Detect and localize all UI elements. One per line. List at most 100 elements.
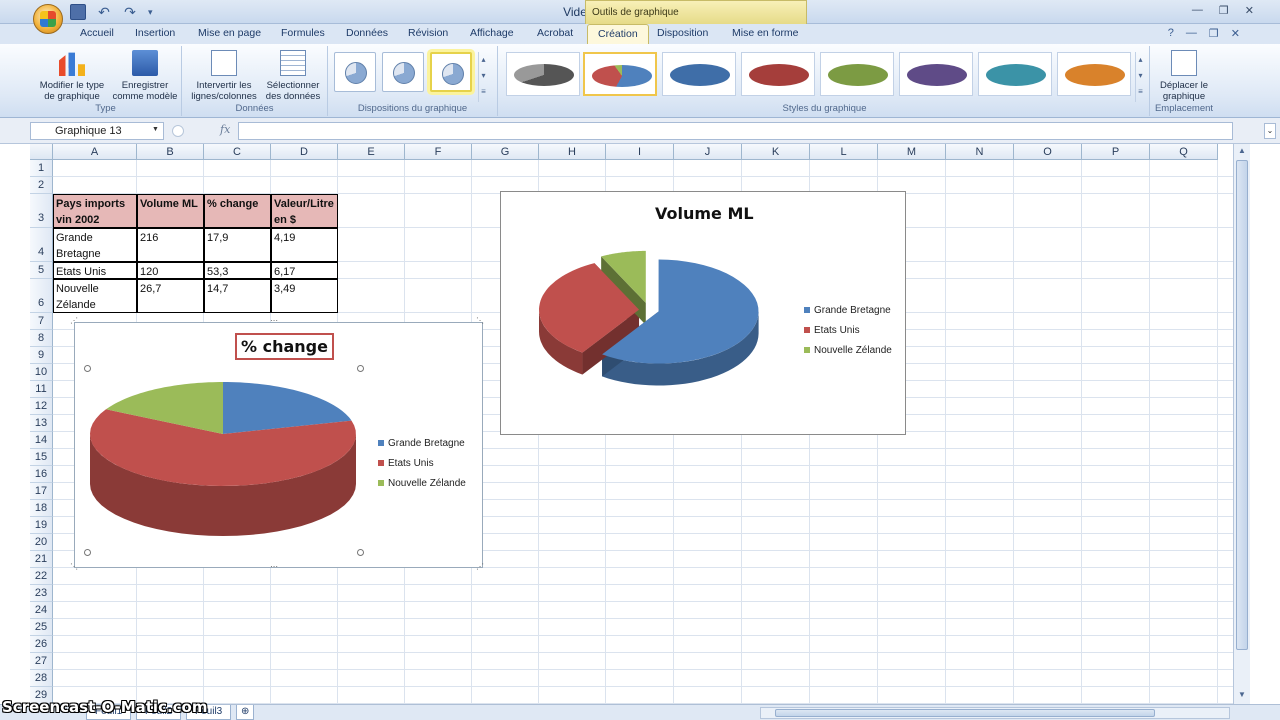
tab-affichage[interactable]: Affichage	[470, 27, 514, 39]
tab-mise-en-page[interactable]: Mise en page	[198, 27, 261, 39]
plot-resize-handle[interactable]	[357, 365, 364, 372]
table-cell[interactable]: 6,17	[271, 262, 338, 279]
legend-entry[interactable]: Etats Unis	[804, 325, 860, 336]
table-cell[interactable]: 3,49	[271, 279, 338, 313]
help-icon[interactable]: ?	[1168, 27, 1174, 40]
insert-sheet-icon[interactable]: ⊕	[236, 705, 255, 720]
chart-resize-handle[interactable]: ⋯	[270, 316, 279, 325]
vertical-scrollbar[interactable]: ▲ ▼	[1233, 144, 1250, 704]
chart-layout-2[interactable]	[382, 52, 424, 92]
restore-workbook-icon[interactable]: ❐	[1209, 27, 1219, 40]
tab-formules[interactable]: Formules	[281, 27, 325, 39]
minimize-icon[interactable]: —	[1192, 4, 1203, 17]
chart-style-orange[interactable]	[1057, 52, 1131, 96]
chart-resize-handle[interactable]: ⋱	[70, 562, 79, 571]
table-cell[interactable]: 4,19	[271, 228, 338, 262]
tab-mise-en-forme[interactable]: Mise en forme	[732, 27, 799, 39]
row-header[interactable]: 13	[30, 415, 53, 432]
chart-style-green[interactable]	[820, 52, 894, 96]
legend-entry[interactable]: Grande Bretagne	[804, 305, 891, 316]
chart-style-multicolor[interactable]	[583, 52, 657, 96]
minimize-workbook-icon[interactable]: —	[1186, 27, 1197, 40]
row-header[interactable]: 21	[30, 551, 53, 568]
select-data-button[interactable]: Sélectionner des données	[260, 50, 326, 102]
scroll-up-icon[interactable]: ▲	[1237, 146, 1247, 158]
legend-entry[interactable]: Nouvelle Zélande	[804, 345, 892, 356]
column-header[interactable]: H	[539, 144, 606, 160]
table-cell[interactable]: 17,9	[204, 228, 271, 262]
tab-acrobat[interactable]: Acrobat	[537, 27, 573, 39]
column-header[interactable]: A	[53, 144, 137, 160]
column-header[interactable]: P	[1082, 144, 1150, 160]
close-workbook-icon[interactable]: ✕	[1231, 27, 1240, 40]
row-header[interactable]: 17	[30, 483, 53, 500]
row-header[interactable]: 2	[30, 177, 53, 194]
move-chart-button[interactable]: Déplacer le graphique	[1154, 50, 1214, 102]
row-header[interactable]: 6	[30, 279, 53, 313]
office-button[interactable]	[33, 4, 63, 34]
column-header[interactable]: K	[742, 144, 810, 160]
column-header[interactable]: J	[674, 144, 742, 160]
column-header[interactable]: E	[338, 144, 405, 160]
row-header[interactable]: 7	[30, 313, 53, 330]
column-header[interactable]: O	[1014, 144, 1082, 160]
row-header[interactable]: 4	[30, 228, 53, 262]
save-as-template-button[interactable]: Enregistrer comme modèle	[110, 50, 180, 102]
chart-resize-handle[interactable]: ⋱	[476, 316, 485, 325]
scroll-down-icon[interactable]: ▼	[1237, 690, 1247, 702]
row-header[interactable]: 10	[30, 364, 53, 381]
row-header[interactable]: 15	[30, 449, 53, 466]
chart-style-purple[interactable]	[899, 52, 973, 96]
table-cell[interactable]: 14,7	[204, 279, 271, 313]
horizontal-scrollbar[interactable]	[760, 707, 1230, 719]
chart-percent-change[interactable]: % change Grande Bretagne Etats Unis Nouvel…	[74, 322, 483, 568]
chart-volume-ml[interactable]: Volume ML Grande Bretagne Etats Unis Nouve…	[500, 191, 906, 435]
column-header[interactable]: D	[271, 144, 338, 160]
table-cell[interactable]: Nouvelle Zélande	[53, 279, 137, 313]
worksheet-grid[interactable]: ABCDEFGHIJKLMNOPQ 1 2 3 4 5 6 7 8 9 10 11 12 13 14 15 1…	[30, 144, 1250, 704]
tab-disposition[interactable]: Disposition	[657, 27, 708, 39]
row-header[interactable]: 22	[30, 568, 53, 585]
chart-resize-handle[interactable]: ⋰	[476, 562, 485, 571]
expand-formula-bar-icon[interactable]: ⌄	[1264, 123, 1276, 139]
column-header[interactable]: C	[204, 144, 271, 160]
column-header[interactable]: I	[606, 144, 674, 160]
table-cell[interactable]: Grande Bretagne	[53, 228, 137, 262]
table-cell[interactable]: Etats Unis	[53, 262, 137, 279]
table-header-cell[interactable]: Pays imports vin 2002 import	[53, 194, 137, 228]
tab-revision[interactable]: Révision	[408, 27, 448, 39]
row-header[interactable]: 24	[30, 602, 53, 619]
legend-entry[interactable]: Nouvelle Zélande	[378, 478, 466, 489]
column-header[interactable]: M	[878, 144, 946, 160]
styles-gallery-scroll[interactable]: ▴ ▾ ≡	[1135, 52, 1145, 102]
select-all-corner[interactable]	[30, 144, 53, 160]
column-header[interactable]: Q	[1150, 144, 1218, 160]
legend-entry[interactable]: Etats Unis	[378, 458, 434, 469]
row-header[interactable]: 19	[30, 517, 53, 534]
table-header-cell[interactable]: Volume ML	[137, 194, 204, 228]
restore-icon[interactable]: ❐	[1219, 4, 1229, 17]
row-header[interactable]: 16	[30, 466, 53, 483]
chart-layout-1[interactable]	[334, 52, 376, 92]
column-header[interactable]: G	[472, 144, 539, 160]
row-header[interactable]: 26	[30, 636, 53, 653]
name-box-dropdown-icon[interactable]: ▼	[152, 126, 159, 133]
table-header-cell[interactable]: % change	[204, 194, 271, 228]
row-header[interactable]: 8	[30, 330, 53, 347]
table-cell[interactable]: 53,3	[204, 262, 271, 279]
row-header[interactable]: 12	[30, 398, 53, 415]
row-header[interactable]: 28	[30, 670, 53, 687]
chart-style-teal[interactable]	[978, 52, 1052, 96]
horizontal-scroll-thumb[interactable]	[775, 709, 1155, 717]
row-header[interactable]: 5	[30, 262, 53, 279]
plot-resize-handle[interactable]	[357, 549, 364, 556]
chart-layout-3[interactable]	[430, 52, 472, 92]
column-header[interactable]: L	[810, 144, 878, 160]
row-header[interactable]: 25	[30, 619, 53, 636]
row-header[interactable]: 1	[30, 160, 53, 177]
tab-insertion[interactable]: Insertion	[135, 27, 175, 39]
plot-resize-handle[interactable]	[84, 365, 91, 372]
row-header[interactable]: 18	[30, 500, 53, 517]
change-chart-type-button[interactable]: Modifier le type de graphique	[36, 50, 108, 102]
table-cell[interactable]: 120	[137, 262, 204, 279]
